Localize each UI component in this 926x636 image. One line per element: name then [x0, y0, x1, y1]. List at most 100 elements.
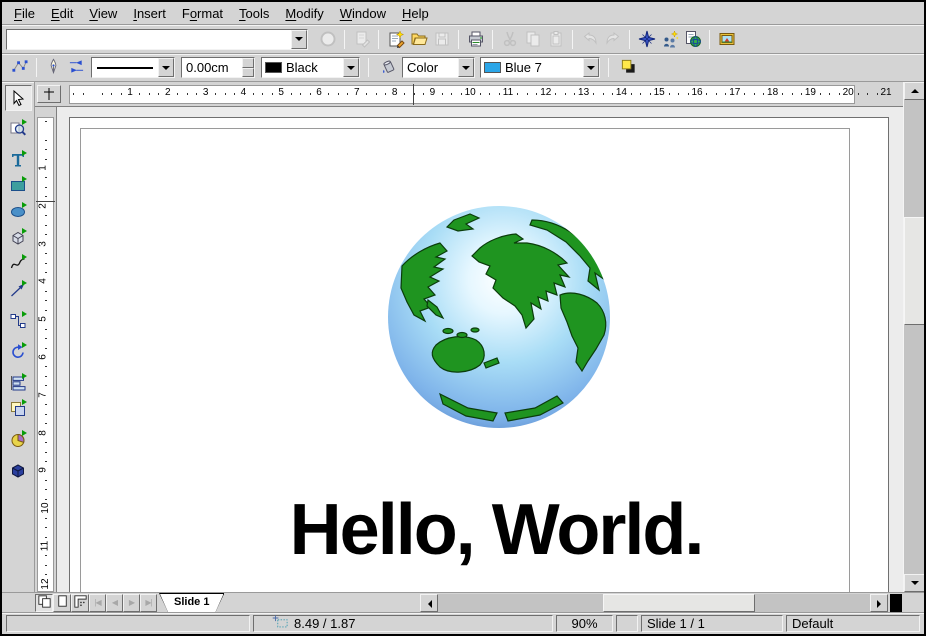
- separator: [629, 30, 630, 49]
- autopilot-button[interactable]: [658, 28, 681, 51]
- url-combobox[interactable]: [6, 29, 308, 50]
- menu-file[interactable]: File: [6, 4, 43, 23]
- ruler-number: 6: [316, 87, 322, 98]
- next-page-button[interactable]: ▶: [123, 594, 140, 612]
- fill-dialog-button[interactable]: [377, 56, 400, 79]
- spin-up-button[interactable]: [242, 58, 254, 68]
- menu-edit[interactable]: Edit: [43, 4, 81, 23]
- edit-points-button[interactable]: [8, 56, 31, 79]
- tool-insert-button[interactable]: [5, 427, 32, 453]
- hyperlink-button[interactable]: [681, 28, 704, 51]
- last-page-button[interactable]: ▶|: [140, 594, 157, 612]
- layer-view-button[interactable]: [71, 594, 89, 612]
- horizontal-scroll-track[interactable]: [438, 594, 870, 612]
- vertical-scrollbar[interactable]: [903, 82, 924, 592]
- ruler-number: 10: [465, 87, 476, 98]
- fill-type-combobox[interactable]: Color: [402, 57, 475, 78]
- ruler-number: 6: [37, 354, 48, 360]
- tool-lines-arrows-button[interactable]: [5, 277, 32, 303]
- tool-select-button[interactable]: [5, 85, 32, 111]
- ruler-tick: [858, 93, 859, 95]
- ruler-tick: [234, 93, 235, 95]
- menu-format[interactable]: Format: [174, 4, 231, 23]
- new-document-button[interactable]: [384, 28, 407, 51]
- url-input[interactable]: [7, 31, 291, 48]
- submenu-flag-icon: [22, 430, 30, 436]
- ruler-origin-button[interactable]: [37, 85, 61, 103]
- undo-button: [578, 28, 601, 51]
- menu-help[interactable]: Help: [394, 4, 437, 23]
- slide-view-button[interactable]: [35, 594, 53, 612]
- slide-tab[interactable]: Slide 1: [160, 594, 223, 612]
- line-color-combobox[interactable]: Black: [261, 57, 360, 78]
- autopilot-icon: [661, 30, 679, 48]
- first-page-button[interactable]: |◀: [89, 594, 106, 612]
- ruler-tick: [45, 338, 47, 339]
- print-button[interactable]: [464, 28, 487, 51]
- tool-arrange-button[interactable]: [5, 396, 32, 422]
- horizontal-ruler[interactable]: 123456789101112131415161718192021: [35, 82, 903, 107]
- previous-page-button[interactable]: ◀: [106, 594, 123, 612]
- status-style-panel[interactable]: Default: [786, 615, 920, 632]
- tool-zoom-button[interactable]: [5, 116, 32, 142]
- line-dialog-button[interactable]: [42, 56, 65, 79]
- open-button[interactable]: [407, 28, 430, 51]
- menu-window[interactable]: Window: [332, 4, 394, 23]
- view-splitter-handle[interactable]: [890, 594, 902, 612]
- status-slide-panel[interactable]: Slide 1 / 1: [641, 615, 783, 632]
- fill-color-dropdown-button[interactable]: [583, 58, 599, 77]
- fill-type-dropdown-button[interactable]: [458, 58, 474, 77]
- line-width-value[interactable]: 0.00cm: [182, 58, 242, 77]
- ruler-tick: [45, 565, 47, 566]
- spin-down-button[interactable]: [242, 68, 254, 78]
- scroll-left-button[interactable]: [420, 594, 438, 612]
- tool-3d-objects-button[interactable]: [5, 225, 32, 251]
- ruler-number: 18: [767, 87, 778, 98]
- scroll-up-button[interactable]: [904, 82, 925, 100]
- tool-curve-button[interactable]: [5, 251, 32, 277]
- vertical-ruler[interactable]: 123456789101112: [35, 107, 57, 592]
- vertical-scroll-thumb[interactable]: [904, 217, 925, 325]
- slide-title-text[interactable]: Hello, World.: [96, 489, 896, 571]
- scroll-right-button[interactable]: [870, 594, 888, 612]
- ruler-tick: [423, 93, 424, 95]
- menu-insert[interactable]: Insert: [125, 4, 174, 23]
- line-style-combobox[interactable]: [91, 57, 175, 78]
- position-icon: [272, 614, 288, 630]
- status-position-panel[interactable]: 8.49 / 1.87: [253, 615, 553, 632]
- slide-canvas[interactable]: Hello, World.: [57, 107, 903, 592]
- tool-alignment-button[interactable]: [5, 370, 32, 396]
- gallery-button[interactable]: [715, 28, 738, 51]
- submenu-flag-icon: [22, 280, 30, 286]
- status-zoom-panel[interactable]: 90%: [556, 615, 613, 632]
- arrow-style-button[interactable]: [65, 56, 88, 79]
- ruler-number: 13: [578, 87, 589, 98]
- horizontal-scroll-thumb[interactable]: [603, 594, 755, 612]
- open-icon: [410, 30, 428, 48]
- line-width-spinbox[interactable]: 0.00cm: [181, 57, 255, 78]
- menu-tools[interactable]: Tools: [231, 4, 277, 23]
- ruler-tick: [782, 93, 783, 95]
- tool-3d-controller-button[interactable]: [5, 458, 32, 484]
- url-dropdown-button[interactable]: [291, 30, 307, 49]
- fill-color-combobox[interactable]: Blue 7: [480, 57, 600, 78]
- globe-image[interactable]: [384, 202, 614, 432]
- tool-text-button[interactable]: [5, 147, 32, 173]
- menu-modify[interactable]: Modify: [277, 4, 331, 23]
- master-view-button[interactable]: [53, 594, 71, 612]
- tool-rotate-button[interactable]: [5, 339, 32, 365]
- line-color-dropdown-button[interactable]: [343, 58, 359, 77]
- tool-ellipse-button[interactable]: [5, 199, 32, 225]
- tool-rectangle-button[interactable]: [5, 173, 32, 199]
- tool-connector-button[interactable]: [5, 308, 32, 334]
- horizontal-scrollbar[interactable]: [420, 594, 924, 612]
- menubar: FileEditViewInsertFormatToolsModifyWindo…: [2, 2, 924, 25]
- ruler-tick: [867, 93, 868, 95]
- scroll-down-button[interactable]: [904, 574, 925, 592]
- shadow-button[interactable]: [617, 56, 640, 79]
- navigator-button[interactable]: [635, 28, 658, 51]
- status-bar: 8.49 / 1.87 90% Slide 1 / 1 Default: [2, 612, 924, 634]
- menu-view[interactable]: View: [81, 4, 125, 23]
- ruler-tick: [640, 93, 641, 95]
- line-style-dropdown-button[interactable]: [158, 58, 174, 77]
